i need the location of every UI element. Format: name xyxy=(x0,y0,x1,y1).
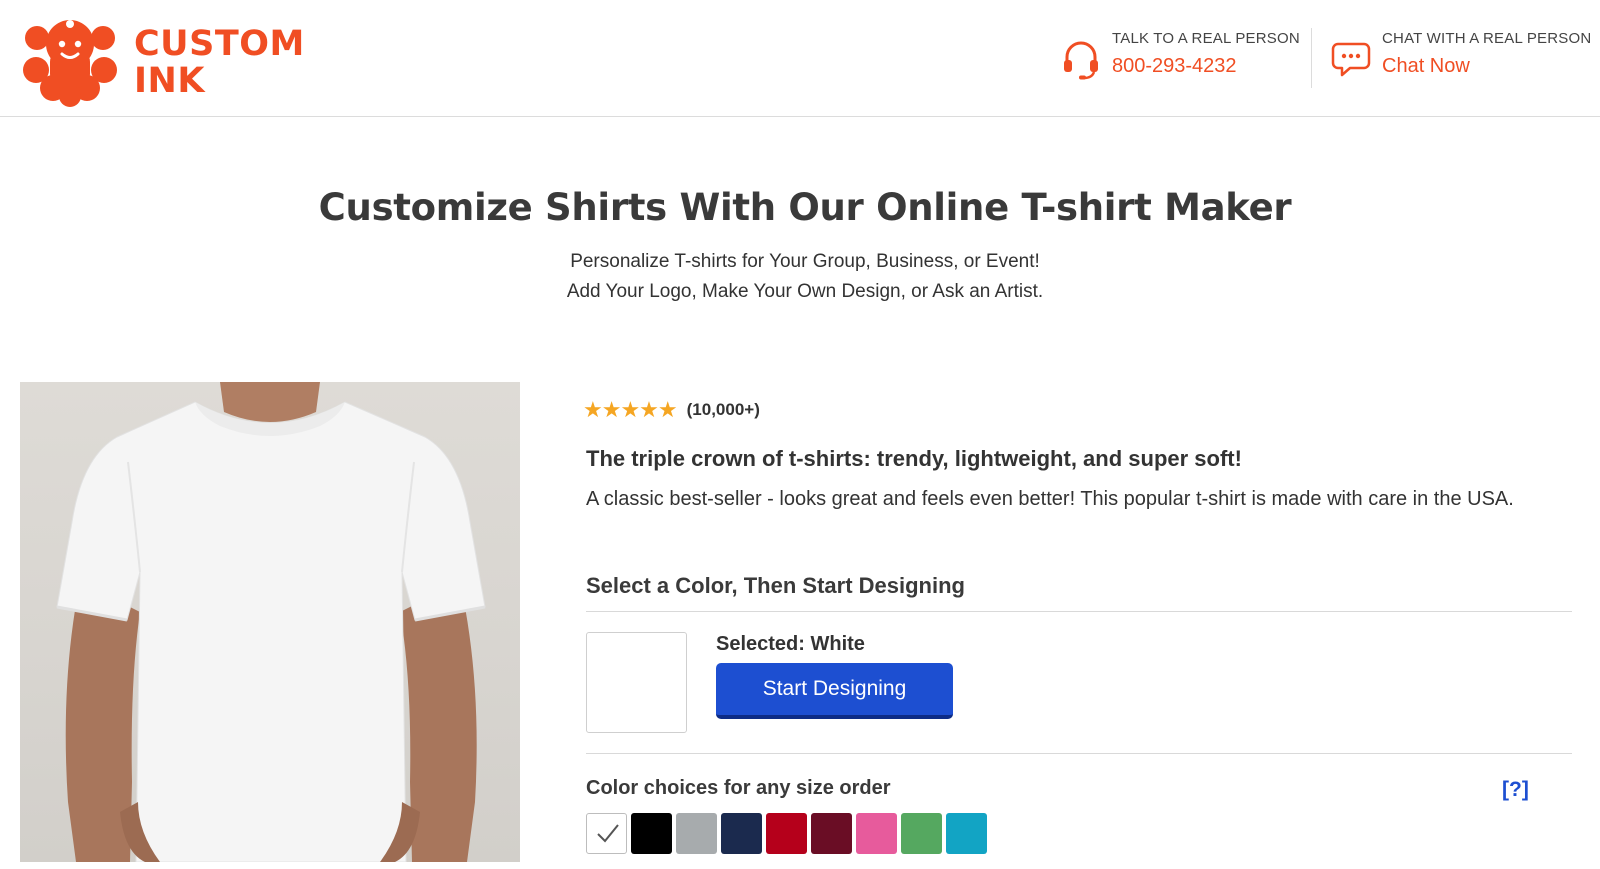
color-swatch-red[interactable] xyxy=(766,813,807,854)
page-title: Customize Shirts With Our Online T-shirt… xyxy=(318,186,1292,229)
phone-label: TALK TO A REAL PERSON xyxy=(1112,30,1300,47)
checkmark-icon xyxy=(597,824,619,843)
octopus-logo-icon xyxy=(23,20,117,107)
site-header: CUSTOM INK TALK TO A REAL PERSON 800-293… xyxy=(0,0,1600,117)
review-count: (10,000+) xyxy=(686,400,760,419)
custom-ink-logo[interactable]: CUSTOM INK xyxy=(20,8,304,108)
logo-wordmark: CUSTOM INK xyxy=(134,26,305,100)
color-swatch-pink[interactable] xyxy=(856,813,897,854)
product-rating[interactable]: ★★★★★ (10,000+) xyxy=(583,397,760,423)
divider xyxy=(586,753,1572,754)
subtitle-line-1: Personalize T-shirts for Your Group, Bus… xyxy=(570,251,1040,272)
star-rating-icon: ★★★★★ xyxy=(583,397,678,422)
color-swatch-list xyxy=(586,813,991,854)
logo-line-2: INK xyxy=(134,61,205,101)
chat-now-link[interactable]: Chat Now xyxy=(1382,55,1591,78)
color-swatch-teal[interactable] xyxy=(946,813,987,854)
color-swatch-white[interactable] xyxy=(586,813,627,854)
product-image[interactable] xyxy=(20,382,520,862)
product-tagline: The triple crown of t-shirts: trendy, li… xyxy=(586,446,1242,471)
chat-bubble-icon xyxy=(1331,42,1371,77)
color-help-link[interactable]: [?] xyxy=(1502,778,1529,802)
header-divider xyxy=(1311,28,1312,88)
white-tshirt-photo xyxy=(56,382,486,862)
color-choices-title: Color choices for any size order xyxy=(586,777,891,799)
color-swatch-maroon[interactable] xyxy=(811,813,852,854)
chat-label: CHAT WITH A REAL PERSON xyxy=(1382,30,1592,47)
product-description: A classic best-seller - looks great and … xyxy=(586,488,1514,510)
headset-icon xyxy=(1064,41,1098,80)
color-section-title: Select a Color, Then Start Designing xyxy=(586,573,965,598)
selected-color-label: Selected: White xyxy=(716,633,865,655)
color-swatch-gray[interactable] xyxy=(676,813,717,854)
color-swatch-navy[interactable] xyxy=(721,813,762,854)
start-designing-button[interactable]: Start Designing xyxy=(716,663,953,719)
contact-chat: CHAT WITH A REAL PERSON Chat Now xyxy=(1330,30,1591,80)
contact-phone: TALK TO A REAL PERSON 800-293-4232 xyxy=(1060,30,1300,80)
phone-number-link[interactable]: 800-293-4232 xyxy=(1112,55,1300,78)
selected-color-preview xyxy=(586,632,687,733)
page-subtitle: Personalize T-shirts for Your Group, Bus… xyxy=(0,247,1600,307)
color-swatch-black[interactable] xyxy=(631,813,672,854)
subtitle-line-2: Add Your Logo, Make Your Own Design, or … xyxy=(566,281,1044,302)
logo-line-1: CUSTOM xyxy=(134,24,305,64)
color-swatch-green[interactable] xyxy=(901,813,942,854)
divider xyxy=(586,611,1572,612)
